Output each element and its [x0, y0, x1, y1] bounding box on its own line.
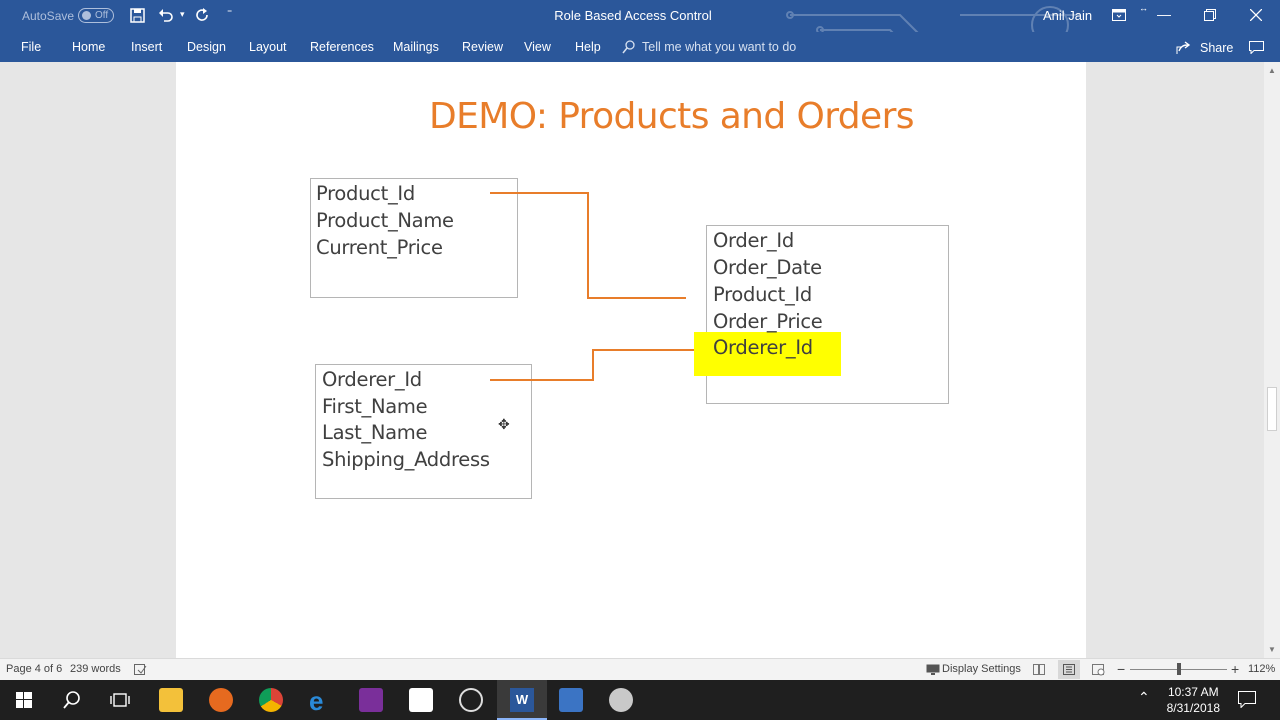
- tab-view[interactable]: View: [524, 40, 551, 54]
- share-label: Share: [1200, 41, 1234, 55]
- scroll-up-icon[interactable]: ▲: [1268, 66, 1276, 75]
- action-center-icon[interactable]: [1238, 691, 1256, 708]
- clock-time: 10:37 AM: [1167, 685, 1219, 699]
- restore-button[interactable]: [1204, 9, 1216, 21]
- ribbon-display-icon[interactable]: [1112, 9, 1126, 21]
- move-cursor-icon: ✥: [498, 416, 510, 432]
- read-mode-icon[interactable]: [1033, 664, 1045, 675]
- sticky-notes-icon[interactable]: [409, 688, 433, 712]
- relationship-connectors: [490, 192, 694, 381]
- zoom-in-button[interactable]: +: [1231, 661, 1239, 677]
- tab-file[interactable]: File: [21, 40, 41, 54]
- document-page[interactable]: DEMO: Products and Orders Product_Id Pro…: [176, 62, 1086, 658]
- obs-icon[interactable]: [459, 688, 483, 712]
- resize-arrows-icon: ↔: [1139, 3, 1148, 13]
- tab-insert[interactable]: Insert: [131, 40, 162, 54]
- onenote-icon[interactable]: [359, 688, 383, 712]
- file-explorer-icon[interactable]: [159, 688, 183, 712]
- word-icon: W: [510, 688, 534, 712]
- windows-start-icon[interactable]: [16, 692, 32, 708]
- share-icon: [1176, 41, 1191, 54]
- web-layout-icon[interactable]: [1092, 664, 1105, 676]
- user-name[interactable]: Anil Jain: [1043, 8, 1092, 23]
- app-icon[interactable]: [609, 688, 633, 712]
- scrollbar-thumb[interactable]: [1267, 387, 1277, 431]
- clock[interactable]: 10:37 AM 8/31/2018: [1167, 684, 1220, 716]
- page-info[interactable]: Page 4 of 6: [6, 663, 62, 675]
- print-layout-icon: [1063, 664, 1075, 675]
- windows-taskbar: e W ⌃ 10:37 AM 8/31/2018: [0, 680, 1280, 720]
- task-view-icon[interactable]: [110, 691, 130, 709]
- minimize-button[interactable]: —: [1154, 6, 1174, 22]
- search-placeholder: Tell me what you want to do: [642, 40, 797, 54]
- display-settings-icon[interactable]: [926, 664, 940, 676]
- scroll-down-icon[interactable]: ▼: [1268, 645, 1276, 654]
- search-icon[interactable]: [63, 691, 81, 709]
- tell-me-search[interactable]: Tell me what you want to do: [622, 39, 802, 57]
- zoom-slider-thumb[interactable]: [1177, 663, 1181, 675]
- comments-icon[interactable]: [1249, 41, 1264, 54]
- word-taskbar-button[interactable]: W: [497, 680, 547, 720]
- print-layout-button[interactable]: [1058, 660, 1080, 679]
- proofing-icon[interactable]: [134, 664, 147, 675]
- tray-expand-icon[interactable]: ⌃: [1138, 689, 1150, 706]
- document-canvas: DEMO: Products and Orders Product_Id Pro…: [0, 62, 1264, 658]
- title-bar: AutoSave Off ▾ ⁼ Role Based Access Contr…: [0, 0, 1280, 51]
- chrome-icon[interactable]: [259, 688, 283, 712]
- tab-review[interactable]: Review: [462, 40, 503, 54]
- close-button[interactable]: [1250, 9, 1262, 21]
- zoom-out-button[interactable]: −: [1117, 661, 1125, 677]
- zoom-level[interactable]: 112%: [1248, 663, 1275, 675]
- status-bar: Page 4 of 6 239 words Display Settings −…: [0, 658, 1280, 681]
- lightbulb-icon: [622, 40, 635, 54]
- display-settings-label[interactable]: Display Settings: [942, 663, 1021, 675]
- firefox-icon[interactable]: [209, 688, 233, 712]
- share-button[interactable]: Share: [1176, 40, 1236, 56]
- orderer-id-connector: [490, 349, 694, 381]
- tab-design[interactable]: Design: [187, 40, 226, 54]
- vertical-scrollbar[interactable]: ▲ ▼: [1264, 62, 1280, 658]
- clock-date: 8/31/2018: [1166, 701, 1220, 715]
- remote-desktop-icon[interactable]: [559, 688, 583, 712]
- tab-references[interactable]: References: [310, 40, 374, 54]
- tab-help[interactable]: Help: [575, 40, 601, 54]
- tab-layout[interactable]: Layout: [249, 40, 287, 54]
- ribbon-tabs: File Home Insert Design Layout Reference…: [0, 32, 1280, 62]
- tab-mailings[interactable]: Mailings: [393, 40, 439, 54]
- edge-icon[interactable]: e: [309, 686, 323, 717]
- tab-home[interactable]: Home: [72, 40, 105, 54]
- product-id-connector: [490, 192, 686, 299]
- word-count[interactable]: 239 words: [70, 663, 121, 675]
